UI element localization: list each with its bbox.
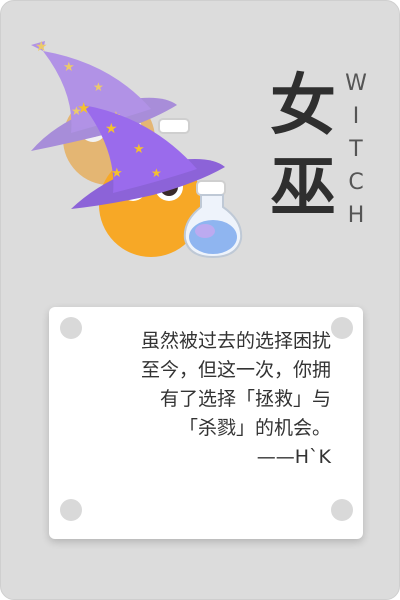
quote-line: 至今，但这一次，你拥 (140, 359, 331, 381)
title-english-letter: C (348, 170, 364, 195)
quote-text: 虽然被过去的选择困扰 至今，但这一次，你拥 有了选择「拯救」与 「杀戮」的机会。… (77, 327, 331, 472)
svg-text:★: ★ (105, 121, 118, 137)
svg-text:★: ★ (63, 60, 75, 75)
corner-dot (331, 499, 353, 521)
svg-text:★: ★ (93, 80, 104, 94)
title-chinese-char: 女 (270, 67, 336, 144)
title-english: W I T C H (341, 67, 371, 232)
svg-text:★: ★ (77, 99, 90, 117)
quote-line: 虽然被过去的选择困扰 (140, 330, 331, 352)
quote-card: 虽然被过去的选择困扰 至今，但这一次，你拥 有了选择「拯救」与 「杀戮」的机会。… (49, 307, 363, 539)
title-english-letter: T (349, 137, 363, 162)
svg-text:★: ★ (35, 39, 48, 55)
quote-line: 有了选择「拯救」与 (159, 388, 331, 410)
svg-text:★: ★ (133, 142, 145, 157)
title-chinese: 女 巫 (267, 65, 339, 229)
corner-dot (331, 317, 353, 339)
title-english-letter: H (347, 203, 365, 228)
svg-text:★: ★ (151, 166, 162, 180)
title-english-letter: I (352, 104, 360, 129)
title-chinese-char: 巫 (270, 149, 336, 226)
title-english-letter: W (345, 71, 367, 96)
witch-card: ★ ★ ★ ★ ★ ★ ★ ★ ★ ★ (0, 0, 400, 600)
quote-line: 「杀戮」的机会。 (178, 417, 331, 439)
svg-text:★: ★ (111, 166, 123, 181)
corner-dot (60, 499, 82, 521)
quote-author: ——H`K (256, 446, 331, 468)
